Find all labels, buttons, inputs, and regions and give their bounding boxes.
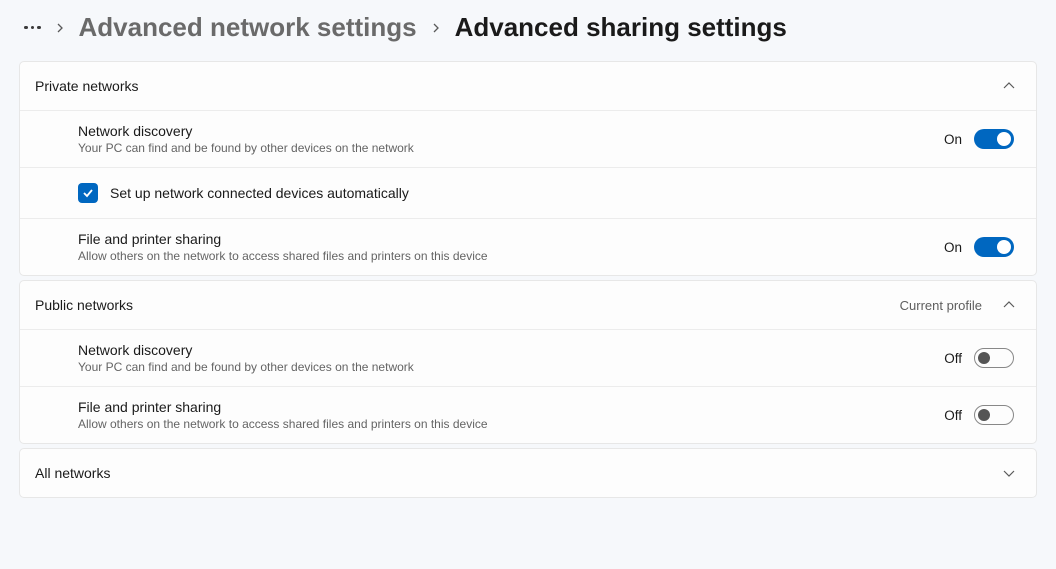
row-public-network-discovery: Network discovery Your PC can find and b… <box>20 329 1036 386</box>
row-desc: Allow others on the network to access sh… <box>78 417 944 431</box>
section-header-all[interactable]: All networks <box>20 449 1036 497</box>
section-public-networks: Public networks Current profile Network … <box>19 280 1037 444</box>
section-title: All networks <box>35 465 1002 481</box>
breadcrumb: Advanced network settings Advanced shari… <box>0 0 1056 61</box>
chevron-up-icon <box>1002 298 1016 312</box>
row-public-file-sharing: File and printer sharing Allow others on… <box>20 386 1036 443</box>
checkbox-auto-setup[interactable] <box>78 183 98 203</box>
chevron-right-icon <box>55 20 65 36</box>
toggle-public-file-sharing[interactable] <box>974 405 1014 425</box>
section-tag-current-profile: Current profile <box>900 298 982 313</box>
toggle-private-file-sharing[interactable] <box>974 237 1014 257</box>
toggle-state-label: On <box>944 132 962 147</box>
chevron-right-icon <box>431 20 441 36</box>
section-all-networks: All networks <box>19 448 1037 498</box>
toggle-state-label: On <box>944 240 962 255</box>
row-desc: Your PC can find and be found by other d… <box>78 141 944 155</box>
row-title: File and printer sharing <box>78 399 944 415</box>
section-title: Public networks <box>35 297 900 313</box>
row-title: Network discovery <box>78 342 944 358</box>
row-title: File and printer sharing <box>78 231 944 247</box>
row-desc: Allow others on the network to access sh… <box>78 249 944 263</box>
section-header-public[interactable]: Public networks Current profile <box>20 281 1036 329</box>
toggle-public-network-discovery[interactable] <box>974 348 1014 368</box>
toggle-private-network-discovery[interactable] <box>974 129 1014 149</box>
page-title: Advanced sharing settings <box>455 12 787 43</box>
row-private-file-sharing: File and printer sharing Allow others on… <box>20 218 1036 275</box>
section-private-networks: Private networks Network discovery Your … <box>19 61 1037 276</box>
checkbox-label: Set up network connected devices automat… <box>110 185 409 201</box>
row-desc: Your PC can find and be found by other d… <box>78 360 944 374</box>
toggle-state-label: Off <box>944 408 962 423</box>
row-private-auto-setup: Set up network connected devices automat… <box>20 167 1036 218</box>
chevron-up-icon <box>1002 79 1016 93</box>
section-title: Private networks <box>35 78 1002 94</box>
breadcrumb-parent-link[interactable]: Advanced network settings <box>79 12 417 43</box>
row-private-network-discovery: Network discovery Your PC can find and b… <box>20 110 1036 167</box>
toggle-state-label: Off <box>944 351 962 366</box>
breadcrumb-ellipsis-button[interactable] <box>24 26 41 30</box>
chevron-down-icon <box>1002 466 1016 480</box>
section-header-private[interactable]: Private networks <box>20 62 1036 110</box>
row-title: Network discovery <box>78 123 944 139</box>
